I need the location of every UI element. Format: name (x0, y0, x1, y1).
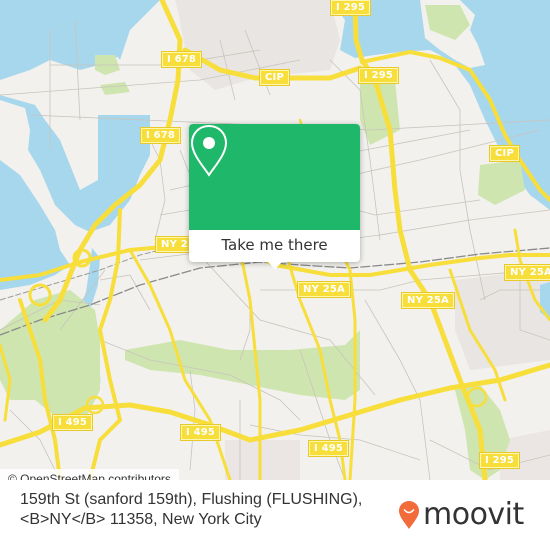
road-label-i678: I 678 (160, 51, 203, 68)
map-attribution[interactable]: © OpenStreetMap contributors (0, 469, 179, 480)
map-canvas[interactable]: I 678 I 678 CIP I 295 I 295 CIP NY 25A N… (0, 0, 550, 480)
road-label-i678: I 678 (139, 127, 182, 144)
road-label-cip: CIP (489, 145, 520, 162)
road-label-i295: I 295 (329, 0, 372, 16)
road-label-i495: I 495 (51, 414, 94, 431)
moovit-wordmark: moovit (423, 497, 524, 532)
address-line-1: 159th St (sanford 159th), Flushing (FLUS… (20, 491, 363, 508)
road-label-cip: CIP (259, 69, 290, 86)
moovit-pin-icon (399, 501, 419, 529)
road-label-i495: I 495 (307, 440, 350, 457)
address-text: 159th St (sanford 159th), Flushing (FLUS… (20, 490, 380, 530)
road-label-i295: I 295 (478, 452, 521, 469)
location-pin-icon (190, 124, 228, 177)
popup-header (189, 124, 360, 230)
road-label-ny25a: NY 25A (297, 281, 351, 298)
road-label-i295: I 295 (357, 67, 400, 84)
popup-pointer (267, 261, 283, 269)
moovit-logo[interactable]: moovit (398, 500, 524, 530)
road-label-ny25a: NY 25A (401, 292, 455, 309)
road-label-ny25a: NY 25A (504, 264, 550, 281)
take-me-there-button[interactable]: Take me there (189, 230, 360, 262)
address-line-2: <B>NY</B> 11358, New York City (20, 511, 262, 528)
park (125, 330, 360, 400)
location-popup: Take me there (189, 124, 360, 269)
park (100, 82, 130, 95)
road-label-i495: I 495 (179, 424, 222, 441)
urban-area (455, 270, 550, 370)
park (478, 160, 525, 205)
urban-area (225, 440, 300, 480)
